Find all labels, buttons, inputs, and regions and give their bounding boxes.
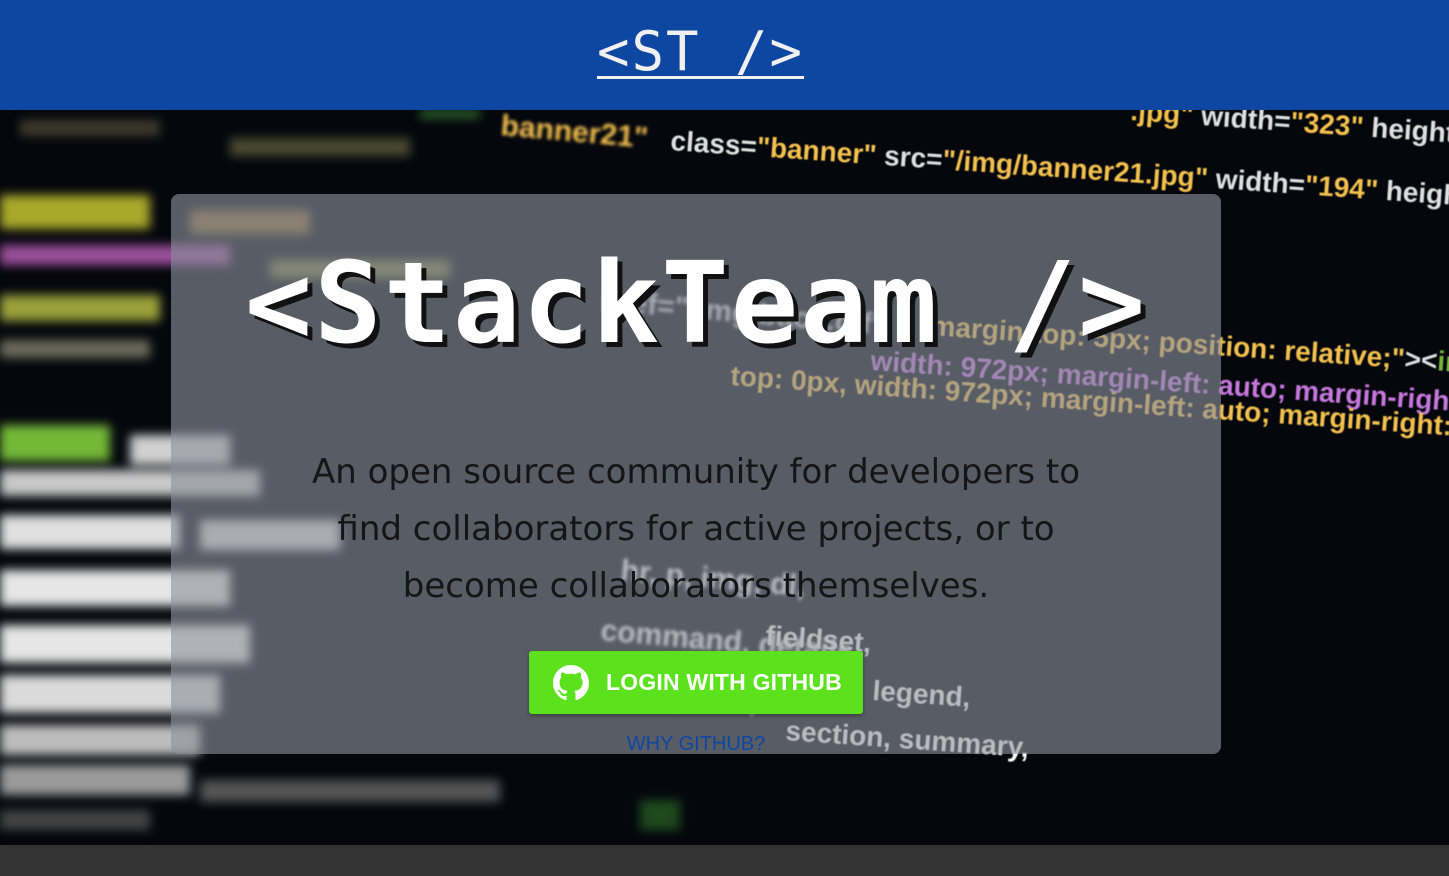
site-logo-link[interactable]: <ST /> [597,20,804,84]
hero-card: <StackTeam /> An open source community f… [171,194,1221,757]
footer-bar [0,845,1449,876]
why-github-link[interactable]: WHY GITHUB? [171,731,1221,757]
login-button-label: LOGIN WITH GITHUB [606,669,842,695]
login-github-button[interactable]: LOGIN WITH GITHUB [529,651,863,714]
code-fragment-top: .jpg" width="323" height [1130,110,1449,149]
tagline-text: An open source community for developers … [311,452,1080,606]
github-icon [553,665,589,701]
page-title: <StackTeam /> [244,239,1148,369]
svg-text:banner21": banner21" [499,110,649,155]
top-header: <ST /> [0,0,1449,110]
